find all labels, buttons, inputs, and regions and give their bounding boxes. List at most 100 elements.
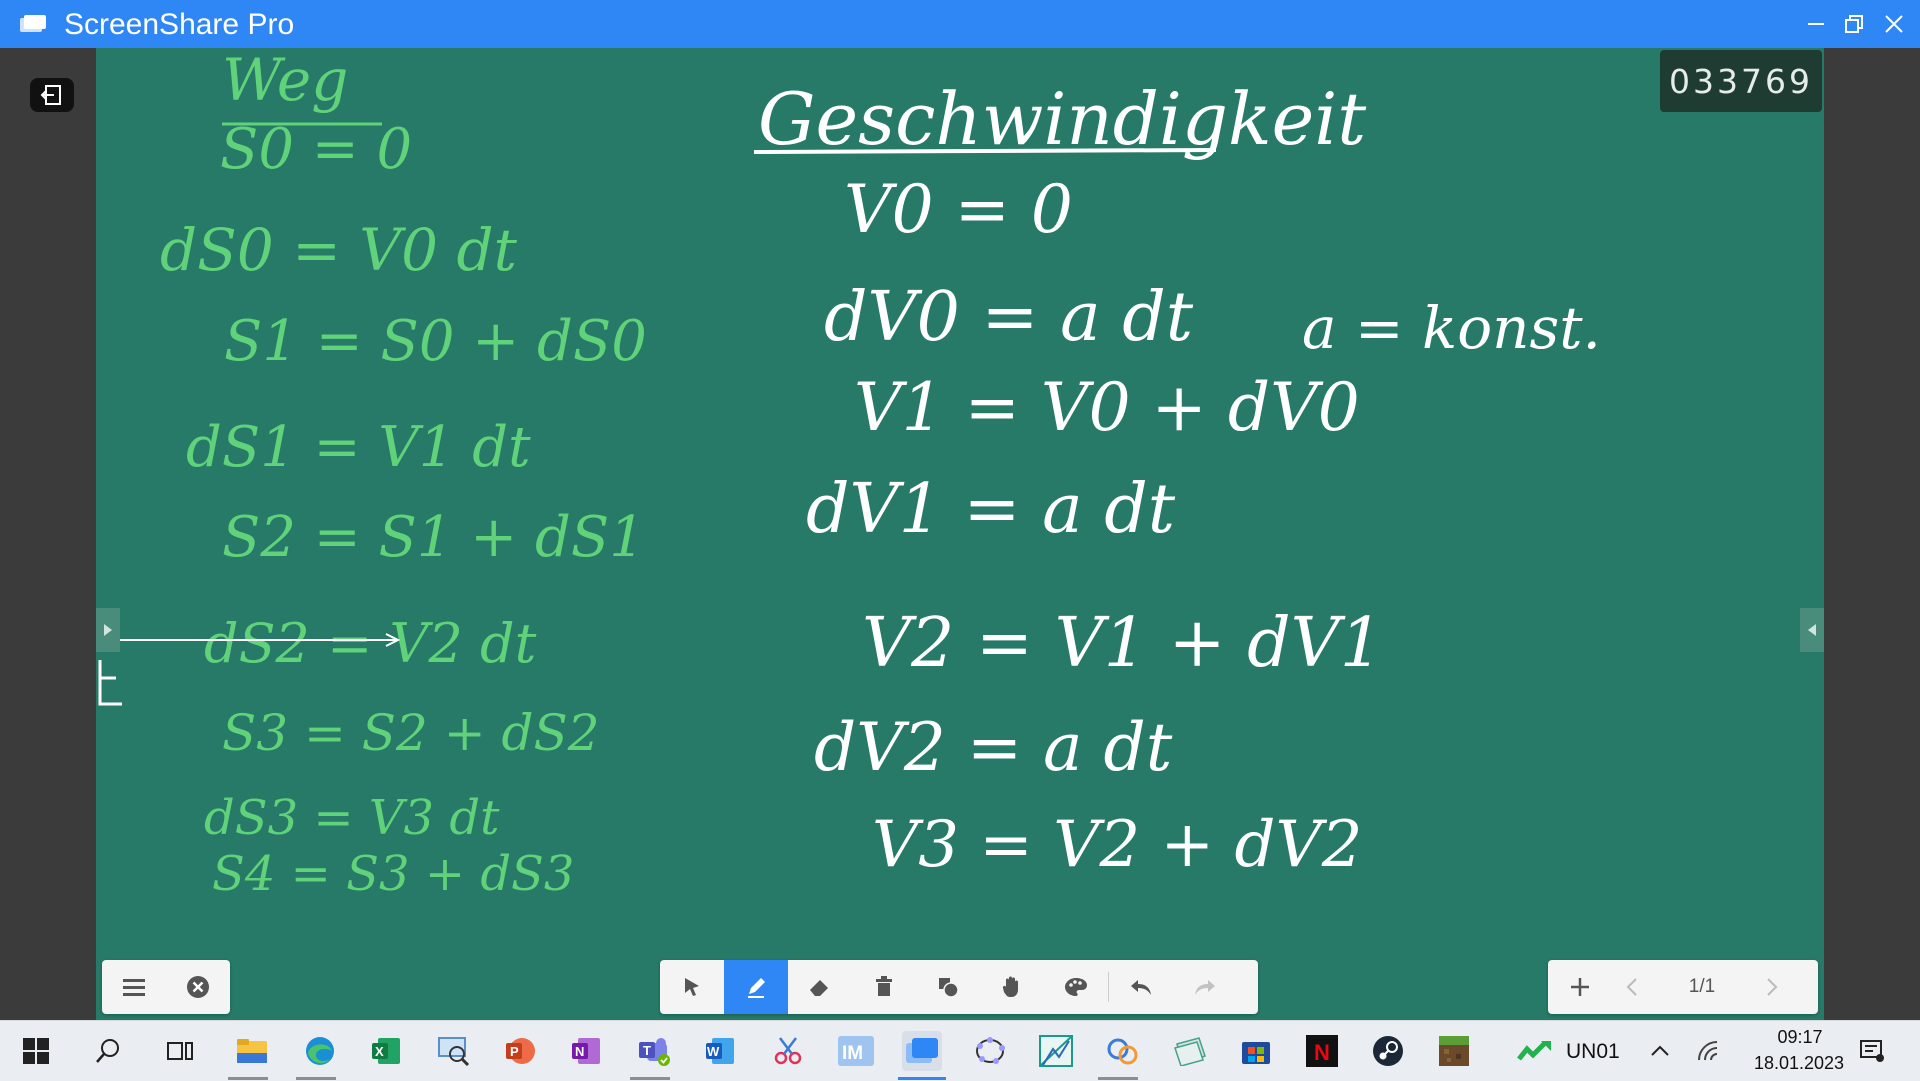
eraser-tool-button[interactable] xyxy=(788,960,852,1014)
file-explorer-app[interactable] xyxy=(232,1031,272,1071)
close-window-button[interactable] xyxy=(1872,8,1916,40)
folder-icon xyxy=(237,1039,267,1063)
powerpoint-app[interactable]: P xyxy=(500,1031,540,1071)
select-icon xyxy=(685,978,699,996)
eraser-icon xyxy=(810,980,828,996)
whiteboard-canvas[interactable]: Weg S0 = 0 dS0 = V0 dt S1 = S0 + dS0 dS1… xyxy=(96,48,1824,1020)
left-edge-tab[interactable] xyxy=(96,608,120,652)
paper-app[interactable] xyxy=(1170,1031,1210,1071)
geogebra-app[interactable] xyxy=(970,1031,1010,1071)
minimize-icon xyxy=(1808,23,1824,25)
screenshare-icon xyxy=(906,1038,938,1063)
svg-text:T: T xyxy=(643,1043,651,1058)
word-app[interactable]: W xyxy=(700,1031,740,1071)
left-line-7: dS3 = V3 dt xyxy=(204,790,500,846)
tray-network-status[interactable] xyxy=(1516,1031,1556,1071)
delete-button[interactable] xyxy=(852,960,916,1014)
task-view-button[interactable] xyxy=(160,1031,200,1071)
edge-app[interactable] xyxy=(300,1031,340,1071)
search-icon xyxy=(96,1039,119,1063)
center-heading: Geschwindigkeit xyxy=(758,77,1367,161)
left-side-panel xyxy=(0,48,96,1020)
color-button[interactable] xyxy=(1044,960,1108,1014)
next-page-button[interactable] xyxy=(1752,960,1792,1014)
svg-text:P: P xyxy=(510,1044,519,1059)
netflix-app[interactable]: N xyxy=(1302,1031,1342,1071)
stock-chart-icon xyxy=(1517,1041,1551,1061)
steam-icon xyxy=(1373,1036,1403,1066)
minecraft-app[interactable] xyxy=(1434,1031,1474,1071)
center-line-0: V0 = 0 xyxy=(844,171,1073,248)
close-circle-icon xyxy=(187,976,209,998)
svg-text:X: X xyxy=(375,1044,384,1059)
powerpoint-icon: P xyxy=(506,1038,535,1064)
clock-time[interactable]: 09:17 xyxy=(1764,1027,1836,1048)
menu-button[interactable] xyxy=(102,960,166,1014)
app-logo-icon xyxy=(20,15,46,32)
exit-button[interactable] xyxy=(30,78,74,112)
magnifier-app[interactable] xyxy=(434,1031,474,1071)
center-line-6: V3 = V2 + dV2 xyxy=(872,808,1362,882)
previous-page-button[interactable] xyxy=(1612,960,1652,1014)
plus-icon xyxy=(1571,978,1589,996)
select-tool-button[interactable] xyxy=(660,960,724,1014)
left-line-1: dS0 = V0 dt xyxy=(160,216,518,284)
notification-center-button[interactable] xyxy=(1852,1031,1892,1071)
redo-button[interactable] xyxy=(1173,960,1237,1014)
excel-app[interactable]: X xyxy=(366,1031,406,1071)
palette-icon xyxy=(1065,978,1087,996)
geometry-app[interactable] xyxy=(1036,1031,1076,1071)
start-button[interactable] xyxy=(16,1031,56,1071)
wifi-icon xyxy=(1698,1041,1718,1061)
center-line-5: dV2 = a dt xyxy=(814,709,1173,786)
right-edge-tab[interactable] xyxy=(1800,608,1824,652)
task-view-icon xyxy=(167,1042,193,1060)
undo-button[interactable] xyxy=(1109,960,1173,1014)
chevron-left-icon xyxy=(1808,624,1816,636)
close-board-button[interactable] xyxy=(166,960,230,1014)
trash-icon xyxy=(876,976,892,996)
teams-app[interactable]: T xyxy=(634,1031,674,1071)
clock-date[interactable]: 18.01.2023 xyxy=(1742,1053,1856,1074)
word-icon: W xyxy=(706,1038,734,1064)
shapes-icon xyxy=(939,978,959,998)
chevron-left-icon xyxy=(1626,978,1637,996)
search-button[interactable] xyxy=(88,1031,128,1071)
photo-app[interactable] xyxy=(1102,1031,1142,1071)
show-hidden-icons-button[interactable] xyxy=(1640,1031,1680,1071)
add-page-button[interactable] xyxy=(1548,960,1612,1014)
shapes-tool-button[interactable] xyxy=(916,960,980,1014)
center-line-3: dV1 = a dt xyxy=(806,470,1176,549)
left-heading: Weg xyxy=(222,48,348,114)
onenote-app[interactable]: N xyxy=(566,1031,606,1071)
left-line-0: S0 = 0 xyxy=(220,117,412,182)
svg-text:W: W xyxy=(707,1044,720,1059)
handwriting-layer: Weg S0 = 0 dS0 = V0 dt S1 = S0 + dS0 dS1… xyxy=(96,48,1601,902)
paper-icon xyxy=(1174,1037,1206,1066)
im-app[interactable]: IM xyxy=(836,1031,876,1071)
screenshare-pro-app[interactable] xyxy=(902,1031,942,1071)
excel-icon: X xyxy=(372,1038,400,1064)
store-app[interactable] xyxy=(1236,1031,1276,1071)
pen-tool-button[interactable] xyxy=(724,960,788,1014)
svg-text:N: N xyxy=(575,1044,584,1059)
edge-icon xyxy=(306,1037,334,1065)
steam-app[interactable] xyxy=(1368,1031,1408,1071)
restore-button[interactable] xyxy=(1832,8,1876,40)
geometry-icon xyxy=(1039,1035,1073,1067)
title-bar: ScreenShare Pro xyxy=(0,0,1920,48)
chevron-right-icon xyxy=(104,624,112,636)
page-toolbar: 1/1 xyxy=(1548,960,1818,1014)
notification-icon xyxy=(1860,1040,1884,1062)
exit-icon xyxy=(40,85,61,105)
snipping-tool-app[interactable] xyxy=(768,1031,808,1071)
svg-text:N: N xyxy=(1314,1040,1330,1065)
pen-icon xyxy=(748,978,765,998)
pan-tool-button[interactable] xyxy=(980,960,1044,1014)
left-line-3: dS1 = V1 dt xyxy=(186,415,531,480)
left-toolbar xyxy=(102,960,230,1014)
wifi-button[interactable] xyxy=(1690,1031,1730,1071)
undo-icon xyxy=(1131,980,1151,995)
geogebra-icon xyxy=(976,1037,1005,1064)
tray-label[interactable]: UN01 xyxy=(1566,1040,1620,1064)
